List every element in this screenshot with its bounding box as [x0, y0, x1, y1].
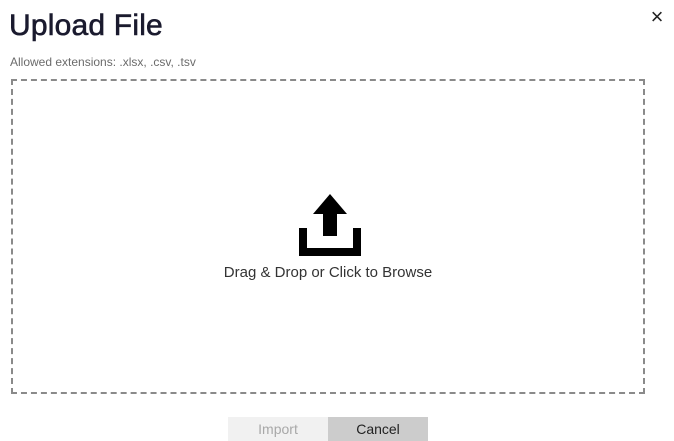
- import-button[interactable]: Import: [228, 417, 328, 441]
- cancel-button[interactable]: Cancel: [328, 417, 428, 441]
- dialog-actions: Import Cancel: [228, 417, 428, 441]
- dialog-title: Upload File: [9, 9, 163, 43]
- file-dropzone[interactable]: Drag & Drop or Click to Browse: [11, 79, 645, 394]
- upload-file-dialog: Upload File × Allowed extensions: .xlsx,…: [0, 0, 674, 441]
- dropzone-label: Drag & Drop or Click to Browse: [223, 264, 433, 281]
- upload-icon: [299, 194, 361, 256]
- allowed-extensions-text: Allowed extensions: .xlsx, .csv, .tsv: [10, 55, 196, 69]
- close-icon[interactable]: ×: [646, 6, 668, 28]
